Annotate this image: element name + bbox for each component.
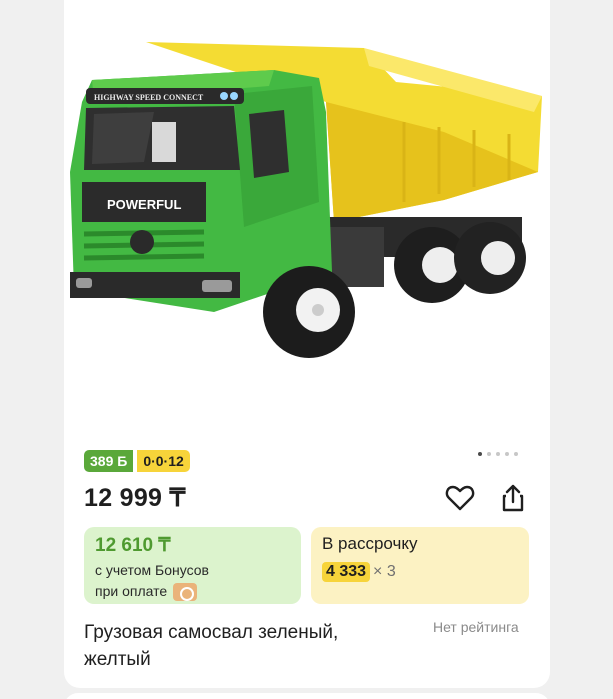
favorite-button[interactable] xyxy=(444,482,476,514)
product-price: 12 999 ₸ xyxy=(84,484,186,512)
installment-amount: 4 333 xyxy=(322,562,371,582)
installment-row: 4 333 × 3 xyxy=(322,562,518,582)
bonus-price-box[interactable]: 12 610 ₸ с учетом Бонусов при оплате xyxy=(84,527,301,604)
gallery-dot[interactable] xyxy=(478,452,482,456)
next-card xyxy=(64,693,550,699)
share-button[interactable] xyxy=(497,482,529,514)
heart-icon xyxy=(445,485,475,511)
bonus-note: с учетом Бонусов при оплате xyxy=(95,560,290,602)
gallery-dot[interactable] xyxy=(505,452,509,456)
promo-badges: 389 Б 0·0·12 xyxy=(84,450,190,472)
gallery-dot[interactable] xyxy=(487,452,491,456)
product-image[interactable]: HIGHWAY SPEED CONNECT POWERFUL xyxy=(64,22,550,422)
gallery-dot[interactable] xyxy=(514,452,518,456)
share-icon xyxy=(502,484,524,512)
bonus-note-line2-wrap: при оплате xyxy=(95,581,290,602)
bonus-note-line2: при оплате xyxy=(95,583,168,599)
gallery-dot[interactable] xyxy=(496,452,500,456)
bonus-note-line1: с учетом Бонусов xyxy=(95,562,209,578)
gallery-pagination xyxy=(478,452,518,456)
installment-times: × 3 xyxy=(373,563,396,580)
cab-text: HIGHWAY SPEED CONNECT xyxy=(94,93,204,102)
installment-box[interactable]: В рассрочку 4 333 × 3 xyxy=(311,527,529,604)
installment-badge: 0·0·12 xyxy=(137,450,190,472)
bonus-badge: 389 Б xyxy=(84,450,134,472)
bonus-price: 12 610 ₸ xyxy=(95,535,171,556)
coin-icon xyxy=(173,583,198,602)
product-card: HIGHWAY SPEED CONNECT POWERFUL 389 Б 0·0… xyxy=(64,0,550,688)
installment-title: В рассрочку xyxy=(322,534,418,553)
rating-status[interactable]: Нет рейтинга xyxy=(433,619,519,635)
dump-truck-image: HIGHWAY SPEED CONNECT POWERFUL xyxy=(70,42,542,358)
product-title[interactable]: Грузовая самосвал зеленый, желтый xyxy=(84,619,404,673)
brand-text: POWERFUL xyxy=(107,197,181,212)
